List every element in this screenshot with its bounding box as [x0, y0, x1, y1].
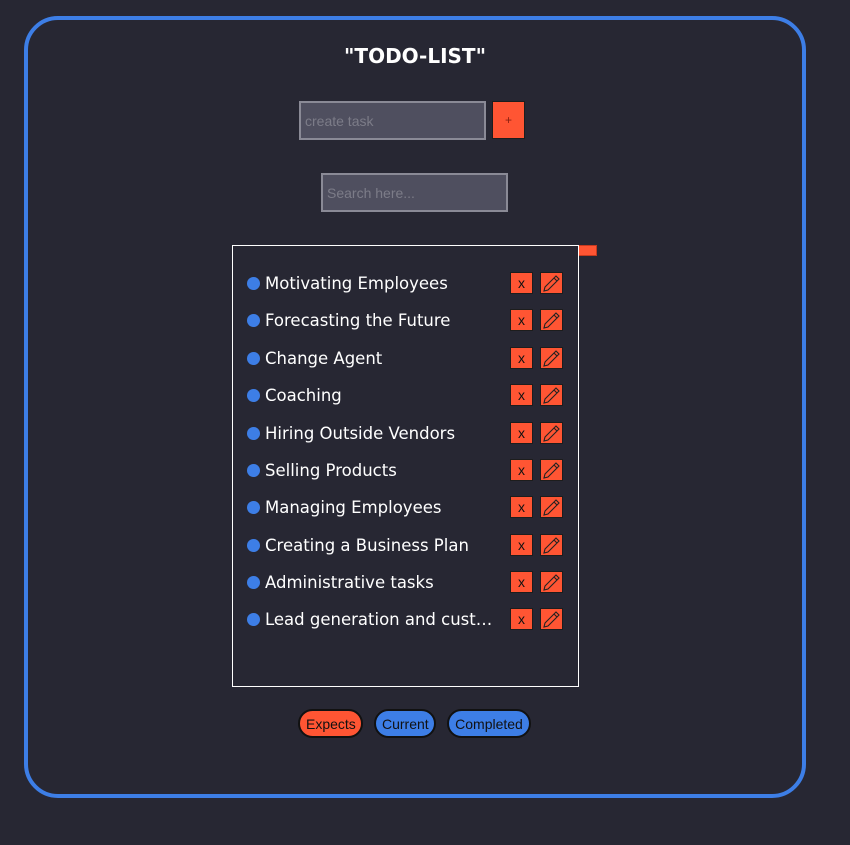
task-label: Creating a Business Plan [265, 536, 469, 555]
task-item: Motivating Employees x [233, 272, 578, 296]
pencil-icon [543, 462, 560, 479]
pencil-icon [543, 312, 560, 329]
task-label: Administrative tasks [265, 573, 434, 592]
search-input[interactable] [321, 173, 508, 212]
status-dot-icon [247, 464, 260, 477]
task-label: Lead generation and customer follow-up [265, 610, 501, 629]
task-item: Lead generation and customer follow-up x [233, 608, 578, 632]
task-item: Coaching x [233, 384, 578, 408]
delete-task-button[interactable]: x [510, 534, 533, 556]
pencil-icon [543, 387, 560, 404]
delete-task-button[interactable]: x [510, 384, 533, 406]
create-task-input[interactable] [299, 101, 486, 140]
status-dot-icon [247, 576, 260, 589]
pencil-icon [543, 425, 560, 442]
list-corner-marker [578, 245, 597, 256]
status-dot-icon [247, 613, 260, 626]
task-item: Forecasting the Future x [233, 309, 578, 333]
pencil-icon [543, 499, 560, 516]
edit-task-button[interactable] [540, 496, 563, 518]
pencil-icon [543, 611, 560, 628]
delete-task-button[interactable]: x [510, 422, 533, 444]
status-dot-icon [247, 389, 260, 402]
delete-task-button[interactable]: x [510, 496, 533, 518]
task-item: Creating a Business Plan x [233, 534, 578, 558]
task-label: Hiring Outside Vendors [265, 424, 456, 443]
pencil-icon [543, 537, 560, 554]
task-item: Administrative tasks x [233, 571, 578, 595]
edit-task-button[interactable] [540, 571, 563, 593]
status-dot-icon [247, 501, 260, 514]
edit-task-button[interactable] [540, 608, 563, 630]
delete-task-button[interactable]: x [510, 608, 533, 630]
delete-task-button[interactable]: x [510, 272, 533, 294]
filter-current-button[interactable]: Current [374, 709, 436, 738]
edit-task-button[interactable] [540, 272, 563, 294]
pencil-icon [543, 350, 560, 367]
edit-task-button[interactable] [540, 384, 563, 406]
add-task-button[interactable]: + [492, 101, 525, 139]
task-label: Forecasting the Future [265, 311, 451, 330]
edit-task-button[interactable] [540, 422, 563, 444]
status-dot-icon [247, 352, 260, 365]
edit-task-button[interactable] [540, 347, 563, 369]
status-dot-icon [247, 277, 260, 290]
task-item: Selling Products x [233, 459, 578, 483]
task-label: Coaching [265, 386, 342, 405]
delete-task-button[interactable]: x [510, 459, 533, 481]
task-label: Managing Employees [265, 498, 442, 517]
status-dot-icon [247, 427, 260, 440]
task-label: Motivating Employees [265, 274, 448, 293]
task-item: Managing Employees x [233, 496, 578, 520]
delete-task-button[interactable]: x [510, 309, 533, 331]
status-dot-icon [247, 314, 260, 327]
pencil-icon [543, 574, 560, 591]
pencil-icon [543, 275, 560, 292]
filter-completed-button[interactable]: Completed [447, 709, 531, 738]
delete-task-button[interactable]: x [510, 571, 533, 593]
task-item: Hiring Outside Vendors x [233, 422, 578, 446]
task-item: Change Agent x [233, 347, 578, 371]
edit-task-button[interactable] [540, 534, 563, 556]
task-list: Motivating Employees x Forecasting the F… [232, 245, 579, 687]
filter-expects-button[interactable]: Expects [298, 709, 363, 738]
delete-task-button[interactable]: x [510, 347, 533, 369]
status-dot-icon [247, 539, 260, 552]
page-title: "TODO-LIST" [344, 44, 486, 68]
edit-task-button[interactable] [540, 309, 563, 331]
task-label: Change Agent [265, 349, 383, 368]
task-label: Selling Products [265, 461, 397, 480]
edit-task-button[interactable] [540, 459, 563, 481]
